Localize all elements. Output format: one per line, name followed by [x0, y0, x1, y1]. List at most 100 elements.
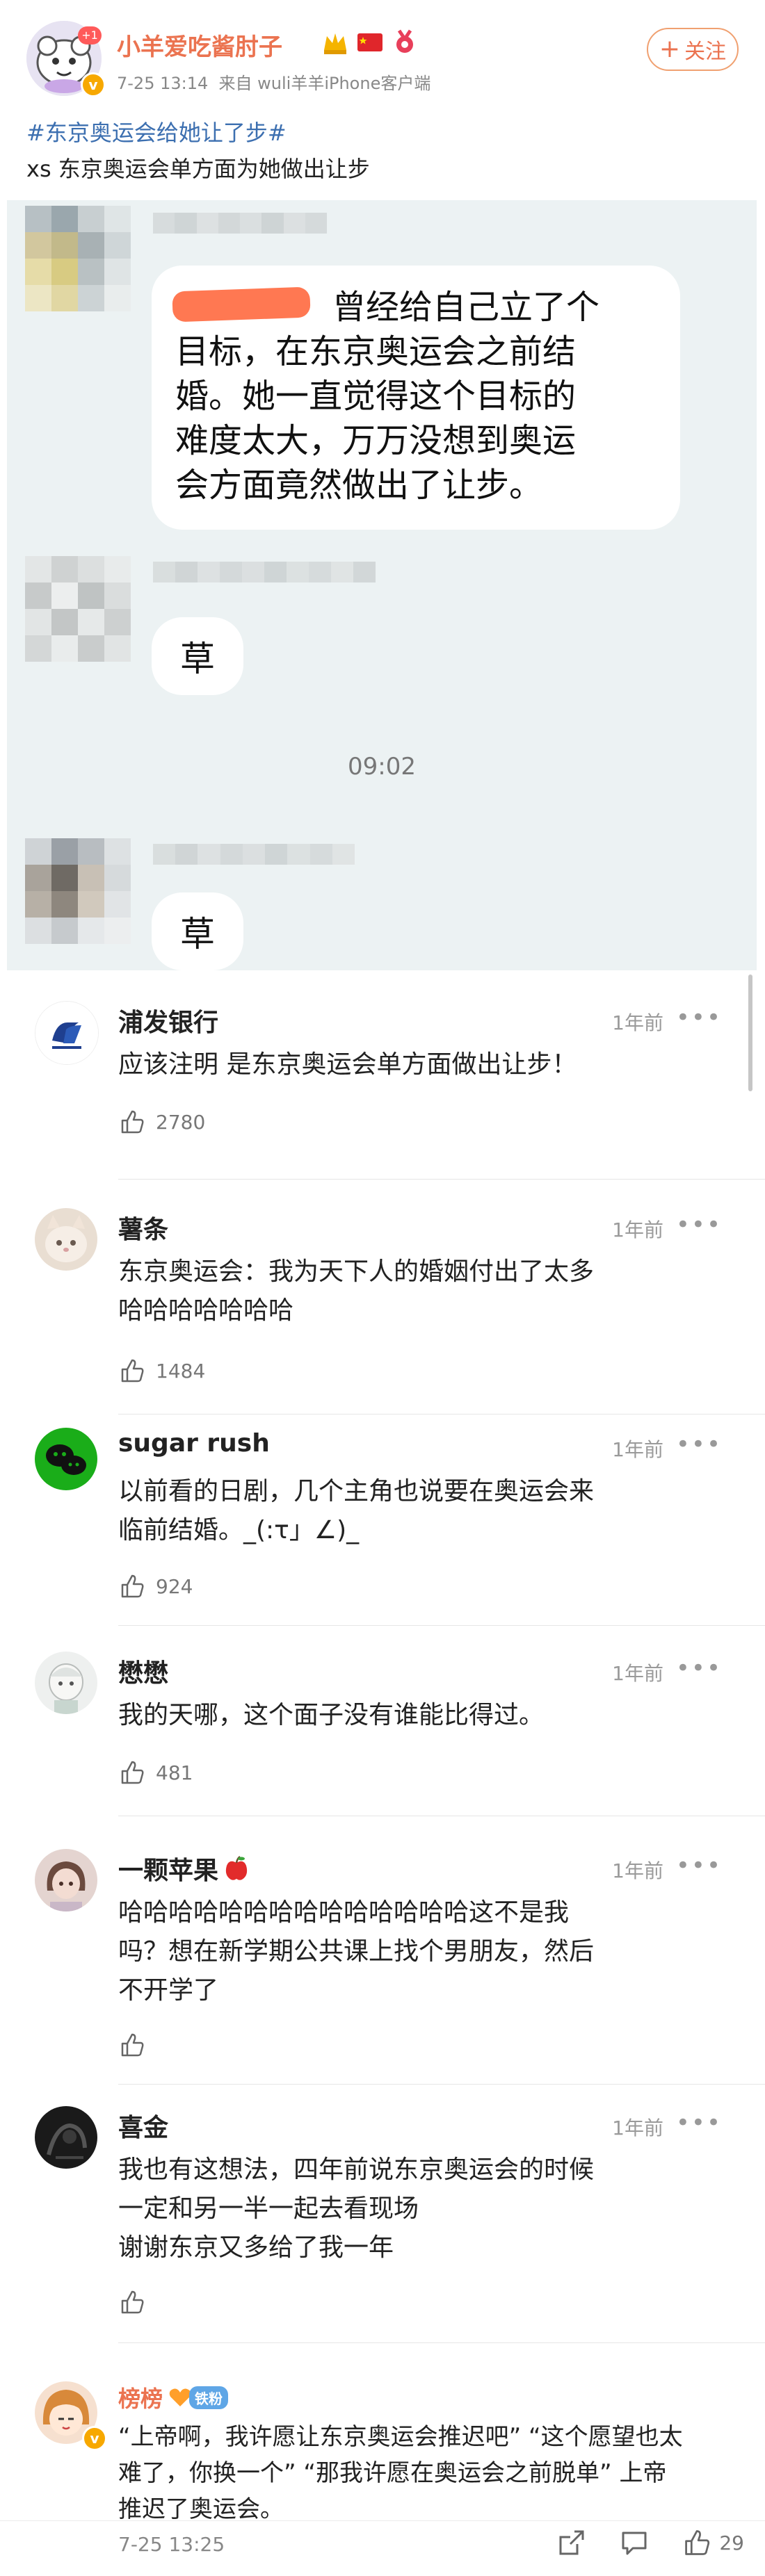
follow-label: 关注	[684, 40, 727, 64]
like-button[interactable]: 481	[118, 1759, 193, 1786]
more-options-icon[interactable]: •••	[676, 1654, 722, 1682]
commenter-name[interactable]: 浦发银行	[118, 1002, 218, 1038]
chat-line: 目标，在东京奥运会之前结	[175, 332, 577, 371]
more-options-icon[interactable]: •••	[676, 1430, 722, 1458]
like-count: 2780	[156, 1110, 206, 1134]
chat-timestamp: 09:02	[348, 753, 416, 781]
like-count: 1484	[156, 1359, 206, 1383]
commenter-name[interactable]: 懋懋	[118, 1653, 168, 1689]
comment-line: “上帝啊，我许愿让东京奥运会推迟吧” “这个愿望也太	[118, 2423, 683, 2451]
medal-icon	[396, 29, 413, 53]
comment-time: 1年前	[612, 1662, 663, 1685]
comment-time: 1年前	[612, 1438, 663, 1461]
post-text: xs 东京奥运会单方面为她做出让步	[26, 156, 370, 182]
fan-badge: 铁粉	[168, 2386, 229, 2409]
post-username[interactable]: 小羊爱吃酱肘子	[117, 28, 282, 62]
comment-line: 不开学了	[118, 1976, 219, 2005]
blurred-name	[153, 562, 376, 582]
like-button[interactable]: 924	[118, 1572, 193, 1600]
like-count: 29	[719, 2531, 744, 2554]
apple-emoji-icon	[225, 1856, 248, 1880]
chat-reply-bubble: 草	[152, 892, 243, 970]
comment-item: sugar rush 1年前 ••• 以前看的日剧，几个主角也说要在奥运会来 临…	[0, 1414, 765, 1643]
footer-time: 7-25 13:25	[118, 2533, 225, 2556]
divider	[118, 1625, 765, 1626]
chat-line: 难度太大，万万没想到奥运	[175, 421, 577, 460]
notification-badge: +1	[78, 26, 102, 44]
post-image-chat-screenshot[interactable]: 曾经给自己立了个 目标，在东京奥运会之前结 婚。她一直觉得这个目标的 难度太大，…	[7, 200, 757, 970]
plus-icon: +	[659, 35, 681, 63]
comment-time: 1年前	[612, 1011, 663, 1034]
comment-item: 懋懋 1年前 ••• 我的天哪，这个面子没有谁能比得过。 481	[0, 1638, 765, 1825]
dark-avatar-icon	[35, 2106, 97, 2169]
comment-text: “上帝啊，我许愿让东京奥运会推迟吧” “这个愿望也太 难了，你换一个” “那我许…	[118, 2419, 730, 2527]
comment-item: 一颗苹果 1年前 ••• 哈哈哈哈哈哈哈哈哈哈哈哈哈哈这不是我 吗？想在新学期公…	[0, 1835, 765, 2099]
comment-line: 哈哈哈哈哈哈哈	[118, 1296, 294, 1325]
commenter-name[interactable]: 喜金	[118, 2108, 168, 2144]
divider	[118, 1179, 765, 1180]
chat-reply-bubble: 草	[152, 617, 243, 695]
comment-item: 薯条 1年前 ••• 东京奥运会：我为天下人的婚姻付出了太多 哈哈哈哈哈哈哈 1…	[0, 1194, 765, 1424]
like-button[interactable]: 1484	[118, 1357, 205, 1385]
comment-text: 应该注明 是东京奥运会单方面做出让步！	[118, 1045, 730, 1084]
more-options-icon[interactable]: •••	[676, 2109, 722, 2137]
comment-item: 喜金 1年前 ••• 我也有这想法，四年前说东京奥运会的时候 一定和另一半一起去…	[0, 2092, 765, 2356]
divider	[0, 2520, 765, 2521]
commenter-avatar[interactable]	[35, 1001, 99, 1065]
bank-logo-icon	[35, 1002, 98, 1064]
more-options-icon[interactable]: •••	[676, 1211, 722, 1239]
thumbs-up-icon	[121, 2290, 144, 2314]
comment-text: 东京奥运会：我为天下人的婚姻付出了太多 哈哈哈哈哈哈哈	[118, 1253, 730, 1330]
comment-text: 我也有这想法，四年前说东京奥运会的时候 一定和另一半一起去看现场 谢谢东京又多给…	[118, 2151, 730, 2267]
redaction-mark	[172, 286, 311, 323]
girl-avatar-icon	[35, 1849, 97, 1911]
like-count: 924	[156, 1574, 193, 1598]
flag-icon	[357, 33, 382, 51]
blurred-avatar	[25, 838, 131, 944]
comment-line: 临前结婚。_(:τ」∠)_	[118, 1516, 360, 1544]
comment-time: 1年前	[612, 1218, 663, 1241]
chat-line: 婚。她一直觉得这个目标的	[175, 377, 577, 416]
like-button[interactable]: 29	[682, 2527, 744, 2558]
chat-app-avatar-icon	[35, 1428, 97, 1490]
thumbs-up-icon	[121, 1761, 144, 1784]
thumbs-up-icon	[121, 2033, 144, 2057]
character-avatar-icon	[35, 1652, 97, 1714]
chat-message-bubble: 曾经给自己立了个 目标，在东京奥运会之前结 婚。她一直觉得这个目标的 难度太大，…	[152, 266, 680, 530]
commenter-name[interactable]: 一颗苹果	[118, 1850, 250, 1886]
hashtag-link[interactable]: #东京奥运会给她让了步#	[26, 115, 287, 147]
fan-tag: 铁粉	[189, 2386, 229, 2409]
thumbs-up-icon	[121, 1574, 144, 1598]
comment-line: 哈哈哈哈哈哈哈哈哈哈哈哈哈哈这不是我	[118, 1898, 570, 1927]
like-button[interactable]: 2780	[118, 1108, 205, 1136]
like-button[interactable]	[118, 2031, 146, 2059]
user-badges	[321, 29, 419, 56]
share-icon[interactable]	[556, 2527, 587, 2558]
comment-line: 我的天哪，这个面子没有谁能比得过。	[118, 1701, 545, 1729]
commenter-name[interactable]: sugar rush	[118, 1429, 270, 1458]
commenter-name[interactable]: 薯条	[118, 1209, 168, 1246]
more-options-icon[interactable]: •••	[676, 1004, 722, 1032]
comment-item: 浦发银行 1年前 ••• 应该注明 是东京奥运会单方面做出让步！ 2780	[0, 987, 765, 1196]
commenter-avatar[interactable]	[35, 1849, 97, 1911]
like-button[interactable]	[118, 2288, 146, 2316]
follow-button[interactable]: + 关注	[647, 28, 739, 71]
comment-icon[interactable]	[619, 2527, 650, 2558]
comment-line: 推迟了奥运会。	[118, 2495, 284, 2523]
thumbs-up-icon	[121, 1110, 144, 1134]
comment-item: v 榜榜 铁粉 “上帝啊，我许愿让东京奥运会推迟吧” “这个愿望也太 难了，你换…	[0, 2376, 765, 2523]
commenter-avatar[interactable]	[35, 2106, 97, 2169]
more-options-icon[interactable]: •••	[676, 1852, 722, 1880]
commenter-avatar[interactable]	[35, 1208, 97, 1271]
thumbs-up-icon	[121, 1359, 144, 1383]
commenter-avatar[interactable]	[35, 1428, 97, 1490]
crown-icon	[324, 33, 346, 54]
footer-actions: 29	[556, 2527, 744, 2558]
blurred-name	[153, 213, 327, 234]
commenter-name-text: 榜榜	[118, 2386, 163, 2412]
chat-line: 会方面竟然做出了让步。	[175, 466, 543, 505]
comment-line: 一定和另一半一起去看现场	[118, 2194, 419, 2223]
commenter-name[interactable]: 榜榜 铁粉	[118, 2381, 229, 2413]
comment-line: 应该注明 是东京奥运会单方面做出让步！	[118, 1050, 577, 1079]
commenter-avatar[interactable]	[35, 1652, 97, 1714]
